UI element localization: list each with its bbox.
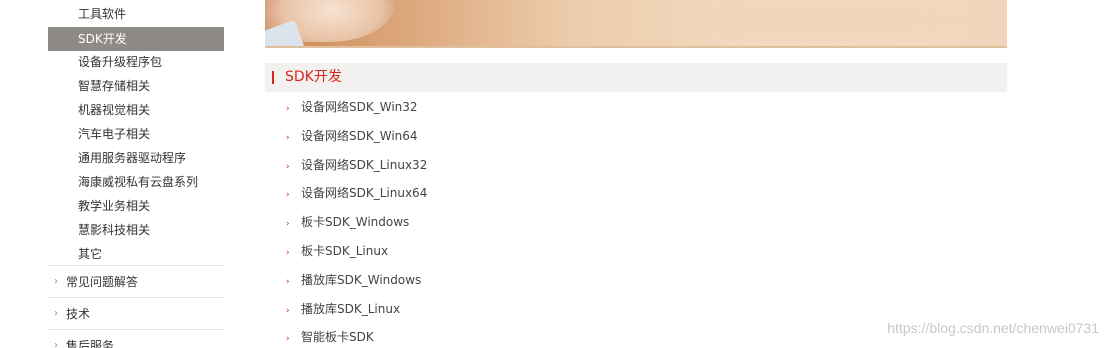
sidebar-nav: 工具软件 SDK开发 设备升级程序包 智慧存储相关 机器视觉相关 汽车电子相关 … bbox=[48, 0, 224, 348]
sidebar-item-label: 智慧存储相关 bbox=[78, 79, 151, 93]
watermark-text: https://blog.csdn.net/chenwei0731 bbox=[887, 320, 1099, 336]
sidebar-item-label: 海康威视私有云盘系列 bbox=[78, 175, 199, 189]
sidebar-item-label: 工具软件 bbox=[78, 7, 127, 21]
download-link-label: 板卡SDK_Windows bbox=[301, 215, 410, 229]
chevron-right-icon: › bbox=[286, 104, 290, 114]
sidebar-item-label: 其它 bbox=[78, 247, 103, 261]
sidebar-category-label: 常见问题解答 bbox=[66, 275, 139, 289]
download-link-boardsdk-linux[interactable]: › 板卡SDK_Linux bbox=[286, 241, 388, 261]
download-link-netsdk-win64[interactable]: › 设备网络SDK_Win64 bbox=[286, 126, 418, 146]
world-map-image bbox=[705, 0, 1005, 46]
sidebar-item-machine-vision[interactable]: 机器视觉相关 bbox=[48, 98, 224, 122]
sidebar-category-label: 技术 bbox=[66, 307, 91, 321]
sidebar-item-firmware[interactable]: 设备升级程序包 bbox=[48, 50, 224, 74]
download-link-label: 设备网络SDK_Win32 bbox=[301, 100, 418, 114]
sidebar-category-faq[interactable]: › 常见问题解答 bbox=[48, 265, 224, 297]
chevron-right-icon: › bbox=[286, 334, 290, 344]
sidebar-item-label: 机器视觉相关 bbox=[78, 103, 151, 117]
section-header: SDK开发 bbox=[265, 63, 1007, 92]
download-link-label: 智能板卡SDK bbox=[301, 330, 374, 344]
chevron-right-icon: › bbox=[54, 276, 58, 287]
sidebar-item-auto-electronics[interactable]: 汽车电子相关 bbox=[48, 122, 224, 146]
sidebar-item-label: 慧影科技相关 bbox=[78, 223, 151, 237]
download-link-label: 板卡SDK_Linux bbox=[301, 244, 389, 258]
chevron-right-icon: › bbox=[286, 248, 290, 258]
sidebar-item-label: SDK开发 bbox=[78, 32, 127, 46]
sidebar-item-huiying[interactable]: 慧影科技相关 bbox=[48, 218, 224, 242]
download-link-playsdk-windows[interactable]: › 播放库SDK_Windows bbox=[286, 270, 421, 290]
sidebar-item-tools[interactable]: 工具软件 bbox=[48, 2, 224, 26]
sidebar-item-server-drivers[interactable]: 通用服务器驱动程序 bbox=[48, 146, 224, 170]
chevron-right-icon: › bbox=[54, 308, 58, 319]
download-link-label: 播放库SDK_Linux bbox=[301, 302, 401, 316]
section-title: SDK开发 bbox=[285, 69, 342, 85]
download-link-smart-boardsdk[interactable]: › 智能板卡SDK bbox=[286, 327, 374, 347]
banner-image bbox=[265, 0, 1007, 48]
chevron-right-icon: › bbox=[286, 133, 290, 143]
sidebar-category-tech[interactable]: › 技术 bbox=[48, 297, 224, 329]
sidebar-category-label: 售后服务 bbox=[66, 339, 115, 348]
sidebar-item-label: 汽车电子相关 bbox=[78, 127, 151, 141]
download-link-netsdk-win32[interactable]: › 设备网络SDK_Win32 bbox=[286, 97, 418, 117]
download-link-label: 设备网络SDK_Linux64 bbox=[301, 186, 428, 200]
sidebar-item-other[interactable]: 其它 bbox=[48, 242, 224, 266]
download-link-label: 设备网络SDK_Win64 bbox=[301, 129, 418, 143]
download-link-label: 播放库SDK_Windows bbox=[301, 273, 422, 287]
sidebar-item-education[interactable]: 教学业务相关 bbox=[48, 194, 224, 218]
sidebar-item-storage[interactable]: 智慧存储相关 bbox=[48, 74, 224, 98]
sidebar-item-label: 教学业务相关 bbox=[78, 199, 151, 213]
sidebar-item-sdk-active[interactable]: SDK开发 bbox=[48, 27, 224, 51]
download-link-boardsdk-windows[interactable]: › 板卡SDK_Windows bbox=[286, 212, 409, 232]
download-link-netsdk-linux64[interactable]: › 设备网络SDK_Linux64 bbox=[286, 183, 427, 203]
chevron-right-icon: › bbox=[286, 190, 290, 200]
chevron-right-icon: › bbox=[54, 340, 58, 348]
chevron-right-icon: › bbox=[286, 277, 290, 287]
download-link-label: 设备网络SDK_Linux32 bbox=[301, 158, 428, 172]
sidebar-category-after-sales[interactable]: › 售后服务 bbox=[48, 329, 224, 348]
chevron-right-icon: › bbox=[286, 306, 290, 316]
sidebar-item-label: 设备升级程序包 bbox=[78, 55, 163, 69]
sidebar-item-label: 通用服务器驱动程序 bbox=[78, 151, 187, 165]
download-link-netsdk-linux32[interactable]: › 设备网络SDK_Linux32 bbox=[286, 155, 427, 175]
section-title-bar bbox=[272, 71, 274, 84]
chevron-right-icon: › bbox=[286, 219, 290, 229]
sidebar-item-private-cloud[interactable]: 海康威视私有云盘系列 bbox=[48, 170, 224, 194]
download-link-playsdk-linux[interactable]: › 播放库SDK_Linux bbox=[286, 299, 400, 319]
chevron-right-icon: › bbox=[286, 162, 290, 172]
